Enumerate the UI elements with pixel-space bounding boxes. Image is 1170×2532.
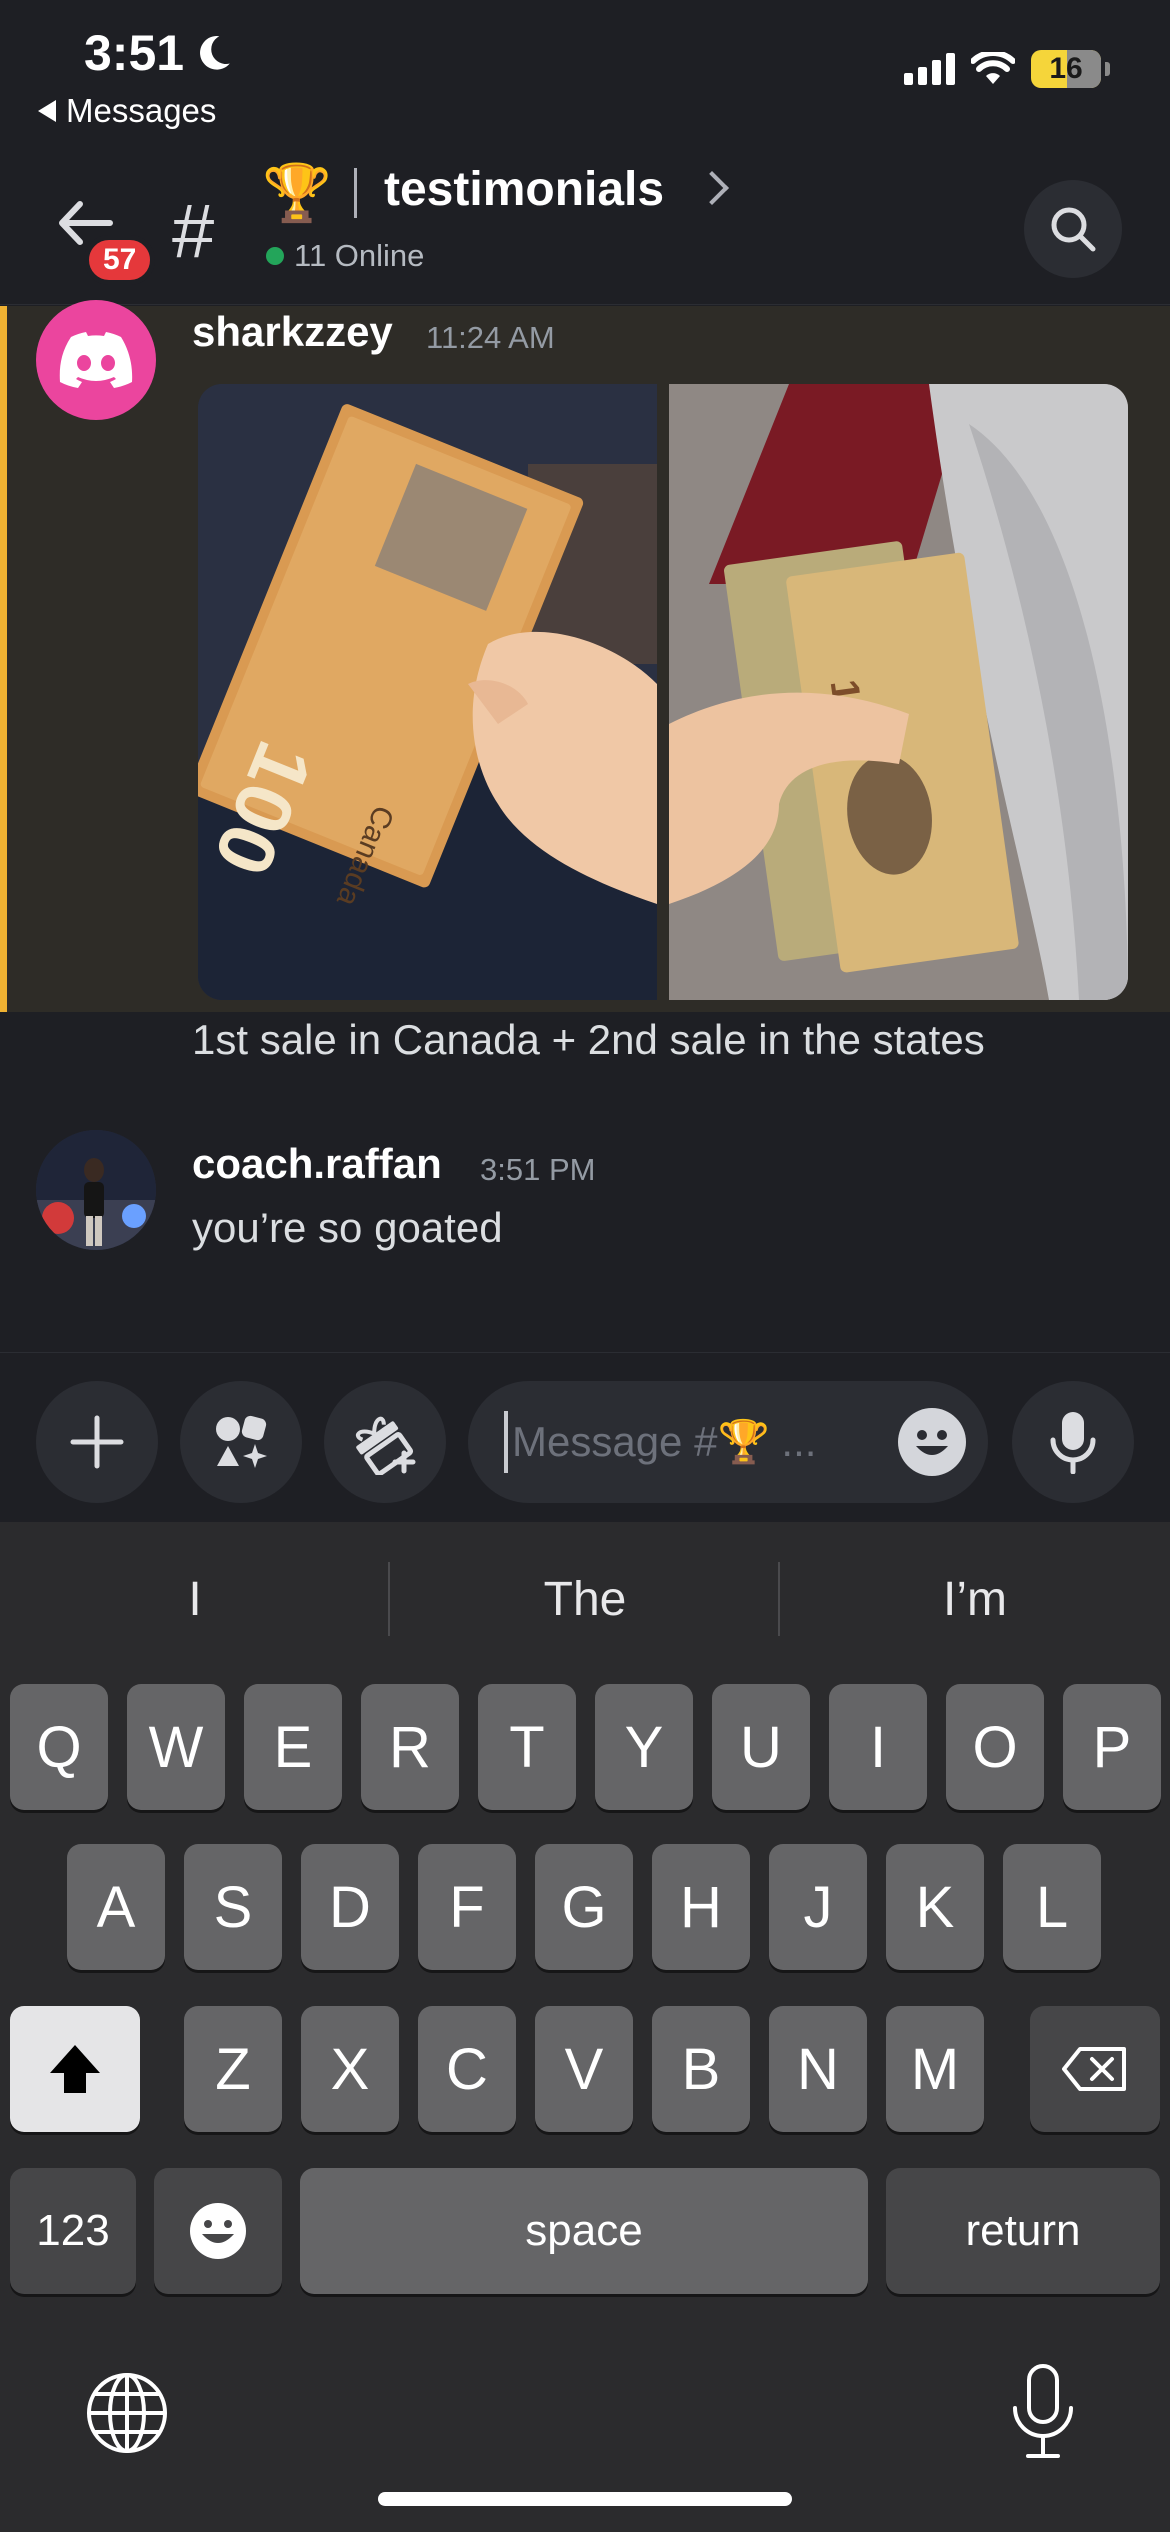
plus-icon — [70, 1415, 124, 1469]
canadian-bill-image: 100 Canada — [198, 384, 657, 1000]
key-u[interactable]: U — [712, 1684, 810, 1810]
title-divider — [354, 168, 357, 218]
attachment-grid: 100 Canada 10 — [198, 384, 1128, 1000]
time-text: 3:51 — [84, 25, 185, 81]
predictive-bar: I The I’m — [0, 1522, 1170, 1672]
wifi-icon — [971, 52, 1015, 84]
avatar[interactable] — [36, 1130, 156, 1250]
message-placeholder: Message #🏆 ... — [512, 1417, 817, 1465]
system-icons: 16 — [904, 50, 1110, 88]
moon-icon — [200, 36, 230, 70]
key-x[interactable]: X — [301, 2006, 399, 2132]
search-icon — [1051, 207, 1096, 252]
key-g[interactable]: G — [535, 1844, 633, 1970]
message-composer: Message #🏆 ... — [0, 1352, 1170, 1522]
cellular-signal-icon — [904, 53, 955, 85]
channel-emoji: 🏆 — [262, 161, 332, 224]
message-timestamp: 3:51 PM — [480, 1152, 596, 1187]
emoji-icon[interactable] — [898, 1408, 966, 1476]
key-s[interactable]: S — [184, 1844, 282, 1970]
back-triangle-icon — [38, 100, 56, 122]
key-z[interactable]: Z — [184, 2006, 282, 2132]
key-b[interactable]: B — [652, 2006, 750, 2132]
dictation-microphone-icon[interactable] — [1008, 2362, 1078, 2462]
message-text: 1st sale in Canada + 2nd sale in the sta… — [192, 1016, 985, 1063]
key-w[interactable]: W — [127, 1684, 225, 1810]
hash-icon: # — [172, 189, 215, 274]
key-j[interactable]: J — [769, 1844, 867, 1970]
profile-photo — [36, 1130, 156, 1250]
unread-badge: 57 — [84, 235, 156, 285]
apps-icon — [216, 1415, 267, 1468]
battery-level: 16 — [1049, 52, 1083, 85]
key-n[interactable]: N — [769, 2006, 867, 2132]
message-timestamp: 11:24 AM — [426, 320, 555, 355]
battery-icon: 16 — [1031, 50, 1101, 88]
back-label: Messages — [66, 92, 217, 129]
key-k[interactable]: K — [886, 1844, 984, 1970]
highlight-bar — [0, 306, 7, 1012]
prediction-3[interactable]: I’m — [780, 1572, 1170, 1627]
key-h[interactable]: H — [652, 1844, 750, 1970]
key-q[interactable]: Q — [10, 1684, 108, 1810]
key-i[interactable]: I — [829, 1684, 927, 1810]
plus-button[interactable] — [36, 1381, 158, 1503]
key-a[interactable]: A — [67, 1844, 165, 1970]
prediction-1[interactable]: I — [0, 1572, 390, 1627]
emoji-keyboard-key[interactable] — [154, 2168, 282, 2294]
online-count: 11 Online — [266, 238, 424, 274]
key-r[interactable]: R — [361, 1684, 459, 1810]
online-dot-icon — [266, 247, 284, 265]
voice-button[interactable] — [1012, 1381, 1134, 1503]
message-input[interactable]: Message #🏆 ... — [468, 1381, 988, 1503]
search-button[interactable] — [1024, 180, 1122, 278]
message-author[interactable]: sharkzzey — [192, 308, 393, 356]
message-text: you’re so goated — [192, 1204, 503, 1251]
key-p[interactable]: P — [1063, 1684, 1161, 1810]
us-10-bills-photo[interactable]: 10 — [669, 384, 1128, 1000]
status-bar: 3:51 Messages 16 — [0, 0, 1170, 140]
apps-button[interactable] — [180, 1381, 302, 1503]
key-c[interactable]: C — [418, 2006, 516, 2132]
discord-logo-icon — [59, 332, 133, 388]
battery-tip — [1105, 62, 1110, 76]
online-text: 11 Online — [294, 238, 425, 273]
clock: 3:51 — [84, 24, 234, 82]
chevron-right-icon[interactable] — [695, 171, 729, 205]
space-key[interactable]: space — [300, 2168, 868, 2294]
key-v[interactable]: V — [535, 2006, 633, 2132]
us-bills-image: 10 — [669, 384, 1128, 1000]
shift-key[interactable] — [10, 2006, 140, 2132]
key-m[interactable]: M — [886, 2006, 984, 2132]
key-l[interactable]: L — [1003, 1844, 1101, 1970]
key-o[interactable]: O — [946, 1684, 1044, 1810]
key-t[interactable]: T — [478, 1684, 576, 1810]
key-y[interactable]: Y — [595, 1684, 693, 1810]
canadian-100-bill-photo[interactable]: 100 Canada — [198, 384, 657, 1000]
shift-arrow-icon — [50, 2045, 100, 2093]
gift-icon — [355, 1416, 416, 1475]
key-e[interactable]: E — [244, 1684, 342, 1810]
globe-icon[interactable] — [84, 2370, 170, 2456]
key-f[interactable]: F — [418, 1844, 516, 1970]
prediction-2[interactable]: The — [390, 1572, 780, 1627]
delete-key[interactable] — [1030, 2006, 1160, 2132]
channel-header: 57 # 🏆 testimonials 11 Online — [0, 140, 1170, 305]
channel-name[interactable]: testimonials — [384, 162, 664, 217]
avatar[interactable] — [36, 300, 156, 420]
back-to-messages-link[interactable]: Messages — [38, 92, 216, 130]
emoji-keyboard-icon — [190, 2203, 246, 2259]
backspace-icon — [1062, 2047, 1126, 2091]
message-author[interactable]: coach.raffan — [192, 1140, 442, 1188]
home-indicator[interactable] — [378, 2492, 792, 2506]
gift-button[interactable] — [324, 1381, 446, 1503]
return-key[interactable]: return — [886, 2168, 1160, 2294]
numbers-key[interactable]: 123 — [10, 2168, 136, 2294]
microphone-icon — [1050, 1412, 1096, 1474]
key-d[interactable]: D — [301, 1844, 399, 1970]
text-caret — [504, 1411, 508, 1473]
keyboard: I The I’m Q W E R T Y U I O P A S D F G … — [0, 1522, 1170, 2532]
